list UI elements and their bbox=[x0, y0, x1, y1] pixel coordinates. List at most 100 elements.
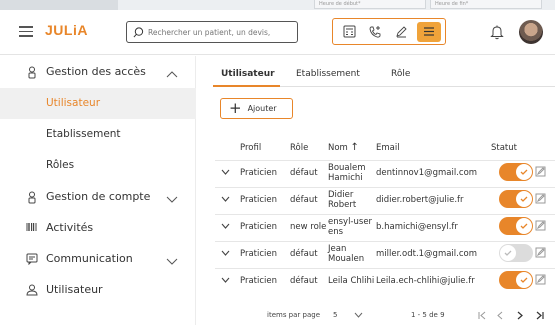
cell-email: miller.odt.1@gmail.com bbox=[376, 240, 491, 268]
table-row[interactable]: Praticien défaut Didier Robert didier.ro… bbox=[215, 186, 555, 214]
items-per-page-label: items par page bbox=[267, 311, 321, 319]
cell-nom: Didier Robert bbox=[328, 186, 376, 214]
expand-row-chevron-icon[interactable] bbox=[215, 213, 240, 241]
cell-profil: Praticien bbox=[240, 213, 290, 241]
table-row[interactable]: Praticien défaut Jean Moualen miller.odt… bbox=[215, 240, 555, 268]
cell-profil: Praticien bbox=[240, 267, 290, 295]
table-row[interactable]: Praticien défaut Leila Chlihi Leila.ech-… bbox=[215, 267, 555, 295]
search-input[interactable] bbox=[148, 27, 296, 37]
cell-role: défaut bbox=[290, 159, 328, 187]
cell-role: défaut bbox=[290, 240, 328, 268]
column-header[interactable]: Profil bbox=[240, 136, 290, 160]
items-per-page-value: 5 bbox=[333, 311, 338, 319]
cell-role: défaut bbox=[290, 186, 328, 214]
column-header[interactable]: Email bbox=[376, 136, 491, 160]
expand-row-chevron-icon[interactable] bbox=[215, 186, 240, 214]
edit-icon[interactable] bbox=[535, 186, 555, 214]
cell-nom: Jean Moualen bbox=[328, 240, 376, 268]
user-lock-icon bbox=[26, 191, 38, 207]
expand-row-chevron-icon[interactable] bbox=[215, 267, 240, 295]
active-tab-indicator bbox=[213, 85, 280, 87]
cell-role: new role bbox=[290, 213, 328, 241]
quick-tools bbox=[332, 18, 446, 45]
cell-profil: Praticien bbox=[240, 240, 290, 268]
column-header[interactable]: Nom ↑ bbox=[328, 136, 376, 160]
status-toggle[interactable] bbox=[499, 189, 533, 208]
tab-utilisateur[interactable]: Utilisateur bbox=[221, 69, 275, 79]
search-box[interactable] bbox=[126, 21, 298, 43]
avatar[interactable] bbox=[519, 20, 543, 44]
sidebar-item-activites[interactable]: Activités bbox=[0, 213, 196, 244]
status-toggle[interactable] bbox=[499, 162, 533, 181]
chevron-up-icon[interactable] bbox=[166, 68, 178, 81]
background-panel bbox=[0, 0, 118, 10]
user-icon bbox=[26, 284, 38, 299]
sidebar-subitem-roles[interactable]: Rôles bbox=[0, 150, 196, 181]
cell-email: Leila.ech-chlihi@julie.fr bbox=[376, 267, 491, 295]
pagination: items par page 5 1 - 5 de 9 bbox=[197, 311, 555, 325]
edit-icon[interactable] bbox=[535, 267, 555, 295]
pen-icon[interactable] bbox=[391, 22, 411, 42]
main-content: Utilisateur Etablissement Rôle + Ajouter… bbox=[197, 56, 555, 325]
column-header[interactable]: Statut bbox=[491, 136, 535, 160]
user-lock-icon bbox=[26, 66, 38, 82]
cell-nom: ensyl-user ens bbox=[328, 213, 376, 241]
previous-page-icon[interactable] bbox=[496, 311, 505, 322]
edit-icon[interactable] bbox=[535, 240, 555, 268]
tab-etablissement[interactable]: Etablissement bbox=[296, 69, 360, 79]
sidebar-subitem-label: Etablissement bbox=[46, 128, 121, 140]
first-page-icon[interactable] bbox=[478, 311, 487, 322]
status-toggle[interactable] bbox=[499, 270, 533, 289]
cell-profil: Praticien bbox=[240, 159, 290, 187]
sidebar-subitem-label: Rôles bbox=[46, 159, 75, 171]
chevron-down-icon bbox=[354, 312, 363, 320]
bell-icon[interactable] bbox=[490, 24, 504, 44]
calculator-icon[interactable] bbox=[339, 22, 359, 42]
sidebar-item-communication[interactable]: Communication bbox=[0, 244, 196, 275]
message-icon bbox=[26, 253, 38, 268]
add-button[interactable]: + Ajouter bbox=[220, 98, 293, 119]
sidebar-item-gestion-compte[interactable]: Gestion de compte bbox=[0, 182, 196, 213]
chevron-down-icon[interactable] bbox=[166, 193, 178, 206]
add-button-label: Ajouter bbox=[247, 104, 277, 113]
search-icon bbox=[133, 26, 144, 37]
sidebar-subitem-etablissement[interactable]: Etablissement bbox=[0, 119, 196, 150]
end-time-field: Heure de fin* bbox=[430, 0, 542, 9]
sidebar-item-label: Gestion des accès bbox=[46, 65, 146, 78]
table-row[interactable]: Praticien new role ensyl-user ens b.hami… bbox=[215, 213, 555, 241]
cell-role: défaut bbox=[290, 267, 328, 295]
list-icon[interactable] bbox=[417, 21, 441, 42]
sidebar-subitem-utilisateur[interactable]: Utilisateur bbox=[0, 88, 196, 119]
sidebar-item-utilisateur[interactable]: Utilisateur bbox=[0, 275, 196, 306]
cell-nom: Boualem Hamichi bbox=[328, 159, 376, 187]
hamburger-menu-icon[interactable] bbox=[19, 23, 33, 37]
sidebar-item-label: Utilisateur bbox=[46, 283, 103, 296]
expand-row-chevron-icon[interactable] bbox=[215, 240, 240, 268]
cell-nom: Leila Chlihi bbox=[328, 267, 376, 295]
sidebar-item-label: Communication bbox=[46, 252, 133, 265]
barcode-icon bbox=[26, 222, 38, 235]
chevron-down-icon[interactable] bbox=[166, 255, 178, 268]
page-range: 1 - 5 de 9 bbox=[411, 311, 445, 319]
phone-add-icon[interactable] bbox=[365, 22, 385, 42]
sidebar-subitem-label: Utilisateur bbox=[46, 97, 101, 109]
expand-row-chevron-icon[interactable] bbox=[215, 159, 240, 187]
plus-icon: + bbox=[229, 99, 242, 117]
status-toggle[interactable] bbox=[499, 243, 533, 262]
sidebar: Gestion des accès Utilisateur Etablissem… bbox=[0, 56, 196, 325]
sidebar-item-gestion-acces[interactable]: Gestion des accès bbox=[0, 57, 196, 88]
status-toggle[interactable] bbox=[499, 216, 533, 235]
last-page-icon[interactable] bbox=[535, 311, 544, 322]
column-header-label: Nom bbox=[328, 143, 348, 154]
column-header[interactable]: Rôle bbox=[290, 136, 328, 160]
sort-arrow-up-icon[interactable]: ↑ bbox=[351, 142, 359, 153]
tab-role[interactable]: Rôle bbox=[391, 69, 410, 79]
start-time-field: Heure de début* bbox=[314, 0, 426, 9]
header: JULiA bbox=[0, 10, 555, 55]
edit-icon[interactable] bbox=[535, 159, 555, 187]
next-page-icon[interactable] bbox=[515, 311, 524, 322]
table-row[interactable]: Praticien défaut Boualem Hamichi dentinn… bbox=[215, 159, 555, 187]
edit-icon[interactable] bbox=[535, 213, 555, 241]
users-table: Profil Rôle Nom ↑ Email Statut Praticien… bbox=[215, 136, 555, 295]
logo: JULiA bbox=[45, 22, 88, 38]
